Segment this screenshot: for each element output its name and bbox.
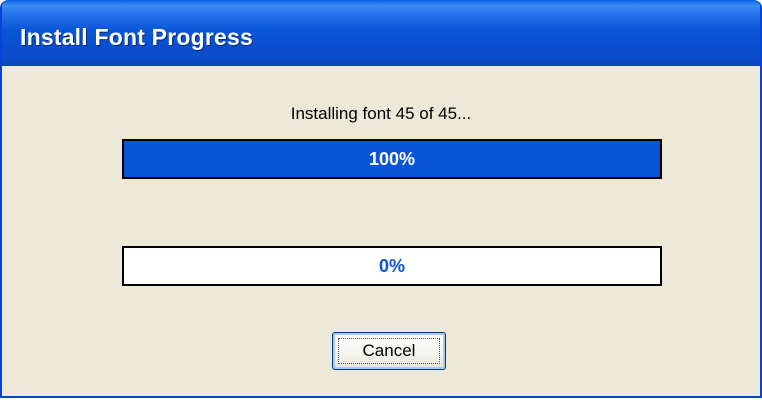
current-progress-bar: 0% xyxy=(122,246,662,286)
dialog-title: Install Font Progress xyxy=(20,24,253,50)
cancel-button[interactable]: Cancel xyxy=(332,332,446,370)
overall-progress-label: 100% xyxy=(368,148,416,169)
cancel-button-label: Cancel xyxy=(362,341,416,360)
overall-progress-bar: 100% xyxy=(122,139,662,179)
install-font-progress-dialog: Install Font Progress Installing font 45… xyxy=(0,0,762,398)
status-text: Installing font 45 of 45... xyxy=(290,104,472,123)
title-bar[interactable]: Install Font Progress xyxy=(2,0,760,66)
current-progress-label: 0% xyxy=(378,255,405,276)
